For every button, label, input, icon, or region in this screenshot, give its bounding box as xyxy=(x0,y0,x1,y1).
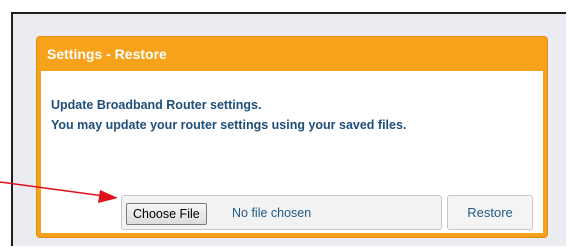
arrow-pointer-icon xyxy=(0,181,118,203)
